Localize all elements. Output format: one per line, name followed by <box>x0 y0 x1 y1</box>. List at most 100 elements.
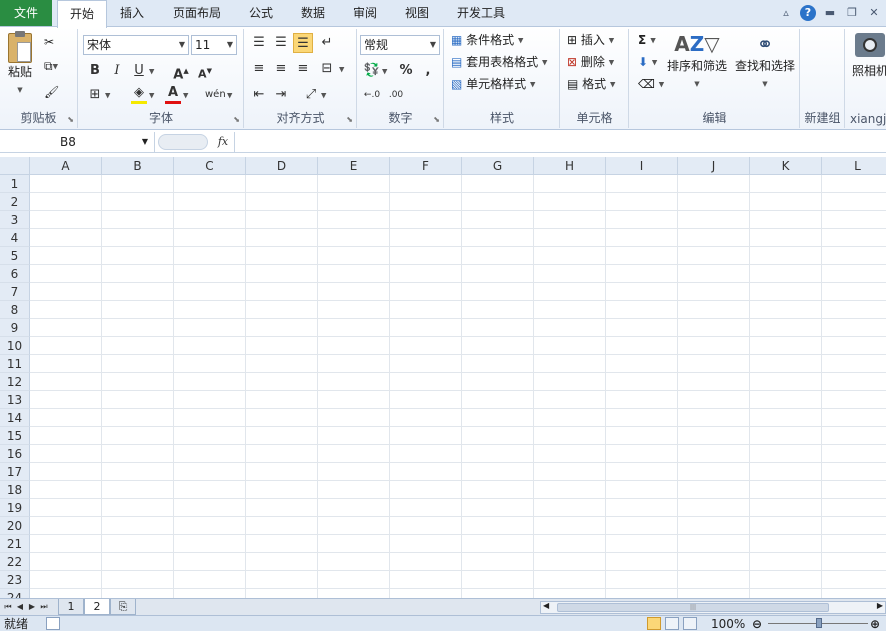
formula-resize-handle[interactable] <box>158 134 208 150</box>
row-header[interactable]: 8 <box>0 301 30 319</box>
cell-styles-button[interactable]: ▧ 单元格样式 ▼ <box>451 75 535 94</box>
fill-color-icon[interactable]: ◈ <box>129 85 149 105</box>
row-header[interactable]: 18 <box>0 481 30 499</box>
close-icon[interactable]: ✕ <box>866 5 882 21</box>
horizontal-scrollbar[interactable]: ◀ ||| ▶ <box>540 601 886 614</box>
font-name-select[interactable]: 宋体 ▼ <box>83 35 189 55</box>
tab-view[interactable]: 视图 <box>398 0 436 26</box>
align-right-icon[interactable]: ≡ <box>293 59 313 79</box>
column-header[interactable]: L <box>822 157 886 175</box>
row-header[interactable]: 3 <box>0 211 30 229</box>
increase-font-icon[interactable]: A▲ <box>171 61 191 82</box>
underline-button[interactable]: U <box>129 61 149 81</box>
cut-icon[interactable]: ✂ <box>44 33 54 51</box>
number-launcher-icon[interactable]: ⬊ <box>433 115 440 124</box>
column-header[interactable]: D <box>246 157 318 175</box>
column-header[interactable]: G <box>462 157 534 175</box>
row-header[interactable]: 5 <box>0 247 30 265</box>
border-dropdown-icon[interactable]: ▼ <box>105 86 110 105</box>
tab-developer[interactable]: 开发工具 <box>450 0 512 26</box>
insert-function-icon[interactable]: fx <box>212 132 234 152</box>
paste-button[interactable]: 粘贴 ▼ <box>4 31 36 94</box>
phonetic-dropdown-icon[interactable]: ▼ <box>227 86 232 105</box>
row-header[interactable]: 4 <box>0 229 30 247</box>
column-header[interactable]: K <box>750 157 822 175</box>
help-icon[interactable]: ? <box>800 5 816 21</box>
column-header[interactable]: I <box>606 157 678 175</box>
zoom-out-icon[interactable]: ⊖ <box>752 616 762 631</box>
font-color-dropdown-icon[interactable]: ▼ <box>183 86 188 105</box>
row-header[interactable]: 13 <box>0 391 30 409</box>
row-header[interactable]: 14 <box>0 409 30 427</box>
align-left-icon[interactable]: ≡ <box>249 59 269 79</box>
name-box-dropdown-icon[interactable]: ▼ <box>142 132 148 152</box>
column-header[interactable]: B <box>102 157 174 175</box>
underline-dropdown-icon[interactable]: ▼ <box>149 62 154 81</box>
horizontal-scroll-thumb[interactable]: ||| <box>557 603 829 612</box>
font-color-icon[interactable]: A <box>163 85 183 105</box>
wrap-text-icon[interactable]: ↵ <box>317 33 337 53</box>
conditional-format-button[interactable]: ▦ 条件格式 ▼ <box>451 31 523 50</box>
column-header[interactable]: C <box>174 157 246 175</box>
row-header[interactable]: 19 <box>0 499 30 517</box>
format-cells-button[interactable]: ▤ 格式 ▼ <box>567 75 615 94</box>
tab-page-layout[interactable]: 页面布局 <box>166 0 228 26</box>
row-header[interactable]: 20 <box>0 517 30 535</box>
row-header[interactable]: 21 <box>0 535 30 553</box>
font-size-select[interactable]: 11 ▼ <box>191 35 237 55</box>
border-icon[interactable]: ⊞ <box>85 85 105 105</box>
camera-button[interactable]: 照相机 <box>850 33 886 80</box>
row-header[interactable]: 12 <box>0 373 30 391</box>
tab-insert[interactable]: 插入 <box>112 0 152 26</box>
decrease-indent-icon[interactable]: ⇤ <box>249 85 269 105</box>
align-center-icon[interactable]: ≡ <box>271 59 291 79</box>
clear-icon[interactable]: ⌫ ▼ <box>638 75 664 94</box>
row-header[interactable]: 17 <box>0 463 30 481</box>
align-top-icon[interactable]: ☰ <box>249 33 269 53</box>
ribbon-minimize-icon[interactable]: ▵ <box>778 5 794 21</box>
merge-dropdown-icon[interactable]: ▼ <box>339 60 344 79</box>
zoom-slider-thumb[interactable] <box>816 618 822 628</box>
new-sheet-icon[interactable]: ⎘ <box>110 599 136 615</box>
currency-dropdown-icon[interactable]: ▼ <box>382 62 387 81</box>
percent-icon[interactable]: % <box>396 61 416 81</box>
row-header[interactable]: 15 <box>0 427 30 445</box>
column-header[interactable]: J <box>678 157 750 175</box>
row-header[interactable]: 24 <box>0 589 30 598</box>
file-tab[interactable]: 文件 <box>0 0 52 26</box>
increase-decimal-icon[interactable]: ←.0 <box>362 85 382 105</box>
sheet-tab-2[interactable]: 2 <box>84 599 110 615</box>
formula-input[interactable] <box>234 132 886 152</box>
first-sheet-icon[interactable]: ⏮ <box>2 600 14 614</box>
insert-cells-button[interactable]: ⊞ 插入 ▼ <box>567 31 614 50</box>
normal-view-icon[interactable] <box>647 617 661 630</box>
next-sheet-icon[interactable]: ▶ <box>26 600 38 614</box>
column-header[interactable]: E <box>318 157 390 175</box>
row-header[interactable]: 6 <box>0 265 30 283</box>
scroll-right-icon[interactable]: ▶ <box>877 601 883 610</box>
find-select-button[interactable]: ⚭ 查找和选择 ▼ <box>734 31 796 93</box>
increase-indent-icon[interactable]: ⇥ <box>271 85 291 105</box>
column-header[interactable]: F <box>390 157 462 175</box>
cell-grid[interactable] <box>30 175 886 598</box>
restore-icon[interactable]: ❐ <box>844 5 860 21</box>
fill-down-icon[interactable]: ⬇ ▼ <box>638 53 657 72</box>
row-header[interactable]: 1 <box>0 175 30 193</box>
currency-icon[interactable]: 💱 <box>362 61 382 81</box>
copy-icon[interactable]: ⧉▼ <box>44 57 58 76</box>
zoom-slider[interactable] <box>768 618 868 628</box>
autosum-icon[interactable]: Σ ▼ <box>638 31 656 50</box>
merge-center-icon[interactable]: ⊟ <box>317 59 337 79</box>
alignment-launcher-icon[interactable]: ⬊ <box>346 115 353 124</box>
align-bottom-icon[interactable]: ☰ <box>293 33 313 53</box>
sheet-tab-1[interactable]: 1 <box>58 599 84 615</box>
prev-sheet-icon[interactable]: ◀ <box>14 600 26 614</box>
row-header[interactable]: 11 <box>0 355 30 373</box>
tab-data[interactable]: 数据 <box>294 0 332 26</box>
zoom-level[interactable]: 100% <box>711 616 745 631</box>
fill-dropdown-icon[interactable]: ▼ <box>149 86 154 105</box>
number-format-select[interactable]: 常规 ▼ <box>360 35 440 55</box>
row-header[interactable]: 22 <box>0 553 30 571</box>
bold-button[interactable]: B <box>85 61 105 81</box>
row-header[interactable]: 10 <box>0 337 30 355</box>
